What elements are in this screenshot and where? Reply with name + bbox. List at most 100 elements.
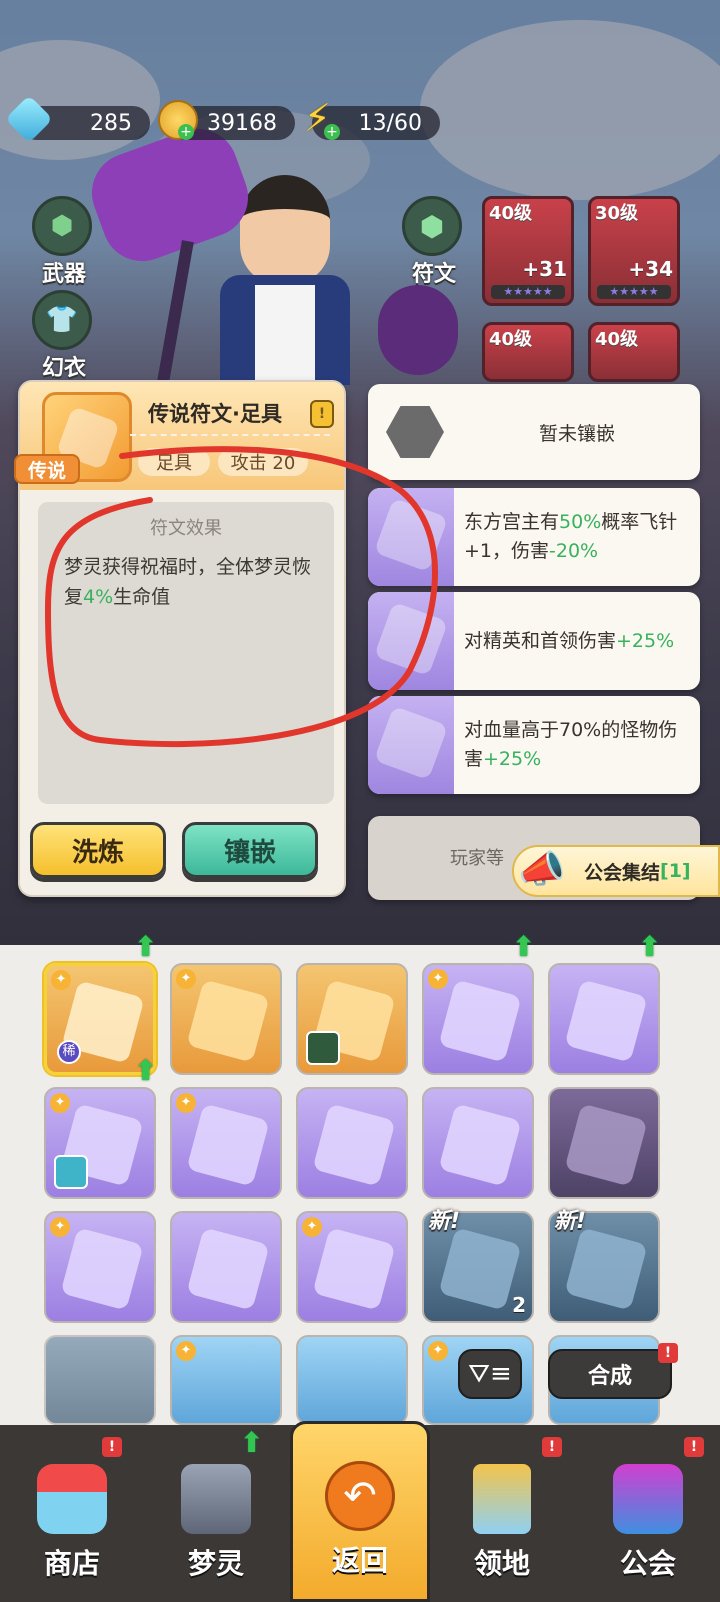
option-value: -20% [549, 540, 599, 562]
equip-slot[interactable]: 40级 [588, 322, 680, 382]
equip-stars: ★★★★★ [597, 285, 671, 299]
equip-count: +34 [628, 257, 673, 281]
ring-rune-icon [312, 1103, 396, 1187]
gourd-item [378, 285, 458, 375]
rune-cell[interactable]: ✦ [170, 1087, 282, 1199]
rune-cell[interactable]: ✦ [422, 963, 534, 1075]
equip-slot[interactable]: 40级 [482, 322, 574, 382]
rune-cell[interactable] [548, 1087, 660, 1199]
coin-add-icon[interactable]: + [178, 124, 194, 140]
equip-slot[interactable]: 40级 +31 ★★★★★ [482, 196, 574, 306]
owner-avatar-icon [54, 1155, 88, 1189]
upgrade-arrow-icon: ⬆ [638, 930, 662, 963]
boot-rune-icon [564, 979, 648, 1063]
glove-rune-icon [186, 1103, 270, 1187]
option-part: 对精英和首领伤害 [464, 629, 617, 652]
sparkle-icon: ✦ [428, 969, 448, 989]
upgrade-arrow-icon: ⬆ [134, 930, 158, 963]
outfit-entry[interactable]: 👕 幻衣 [32, 290, 96, 381]
rune-cell[interactable]: ✦ [296, 1211, 408, 1323]
nav-territory-label: 领地 [473, 1547, 530, 1580]
new-tag: 新! [554, 1209, 587, 1234]
upgrade-arrow-icon: ⬆ [512, 930, 536, 963]
stack-count: 2 [512, 1293, 526, 1317]
glove-rune-icon [312, 1227, 396, 1311]
sparkle-icon: ✦ [176, 969, 196, 989]
weapon-entry[interactable]: ⬢ 武器 [32, 196, 96, 287]
option-part: 东方宫主有 [464, 511, 560, 533]
rune-cell[interactable] [422, 1087, 534, 1199]
upgrade-arrow-icon: ⬆ [134, 1054, 158, 1087]
energy-count: 13/60 [358, 110, 422, 136]
rune-cell[interactable] [44, 1335, 156, 1425]
rune-cell[interactable] [296, 1087, 408, 1199]
sparkle-icon: ✦ [50, 1217, 70, 1237]
rune-title: 传说符文·足具 [148, 402, 282, 426]
equip-level: 40级 [489, 203, 533, 224]
sparkle-icon: ✦ [176, 1093, 196, 1113]
sparkle-icon: ✦ [302, 1217, 322, 1237]
ring-rune-icon [60, 1227, 144, 1311]
boot-rune-icon [438, 979, 522, 1063]
nav-shop-badge: ! [102, 1437, 122, 1457]
weapon-label: 武器 [41, 262, 86, 287]
lock-icon[interactable]: ! [310, 400, 334, 428]
sparkle-icon: ✦ [51, 970, 71, 990]
glove-rune-icon [564, 1227, 648, 1311]
energy-add-icon[interactable]: + [324, 124, 340, 140]
filter-icon: ⛛≡ [468, 1358, 512, 1389]
title-divider [130, 434, 330, 436]
synthesize-badge: ! [658, 1343, 678, 1363]
rune-option-text: 东方宫主有50%概率飞针+1，伤害-20% [464, 488, 690, 586]
equip-stars: ★★★★★ [491, 285, 565, 299]
filter-button[interactable]: ⛛≡ [458, 1349, 522, 1399]
nav-guild-label: 公会 [619, 1547, 676, 1580]
ring-rune-icon [186, 979, 270, 1063]
rune-option-text: 对精英和首领伤害+25% [464, 592, 690, 690]
rune-cell[interactable] [296, 1335, 408, 1425]
nav-guild-badge: ! [684, 1437, 704, 1457]
rune-cell[interactable]: ✦ [44, 1211, 156, 1323]
locked-socket-label: 玩家等 [450, 848, 504, 869]
rune-cell[interactable] [296, 963, 408, 1075]
outfit-icon: 👕 [32, 290, 92, 350]
upgrade-arrow-icon: ⬆ [240, 1426, 264, 1459]
guild-flag-icon [613, 1464, 683, 1534]
synthesize-button[interactable]: 合成 [548, 1349, 672, 1399]
nav-shop-label: 商店 [43, 1547, 100, 1580]
rune-cell[interactable] [170, 1211, 282, 1323]
sparkle-icon: ✦ [176, 1341, 196, 1361]
synthesize-label: 合成 [587, 1364, 632, 1389]
back-arrow-icon: ↶ [325, 1461, 395, 1531]
rune-cell[interactable]: ✦ [170, 963, 282, 1075]
nav-back[interactable]: ↶ 返回 [290, 1421, 430, 1602]
outfit-label: 幻衣 [41, 356, 86, 381]
red-annotation-circle [44, 446, 438, 748]
equip-slot[interactable]: 30级 +34 ★★★★★ [588, 196, 680, 306]
rune-option-text: 对血量高于70%的怪物伤害+25% [464, 696, 690, 794]
rune-entry[interactable]: ⬢ 符文 [402, 196, 466, 287]
ring-rune-icon [438, 1103, 522, 1187]
equip-level: 40级 [595, 329, 639, 350]
guild-rally-count: [1] [660, 860, 691, 882]
equip-level: 40级 [489, 329, 533, 350]
sparkle-icon: ✦ [428, 1341, 448, 1361]
shop-icon [37, 1464, 107, 1534]
ring-rune-icon [564, 1103, 648, 1187]
empty-socket-label: 暂未镶嵌 [538, 422, 615, 445]
nav-dream-spirit[interactable]: 梦灵 [144, 1425, 288, 1602]
nav-shop[interactable]: 商店 [0, 1425, 144, 1602]
sparkle-icon: ✦ [50, 1093, 70, 1113]
guild-rally-label: 公会集结 [584, 861, 661, 884]
rune-cell[interactable]: ✦ [44, 1087, 156, 1199]
option-value: +25% [616, 629, 675, 652]
rune-cell[interactable]: ✦ [170, 1335, 282, 1425]
glove-rune-icon [186, 1227, 270, 1311]
coin-count: 39168 [207, 110, 277, 136]
option-value: +25% [483, 748, 542, 770]
refine-button[interactable]: 洗炼 [30, 822, 166, 878]
nav-back-label: 返回 [331, 1544, 388, 1577]
inlay-button[interactable]: 镶嵌 [182, 822, 318, 878]
owner-avatar-icon [306, 1031, 340, 1065]
rune-cell[interactable] [548, 963, 660, 1075]
